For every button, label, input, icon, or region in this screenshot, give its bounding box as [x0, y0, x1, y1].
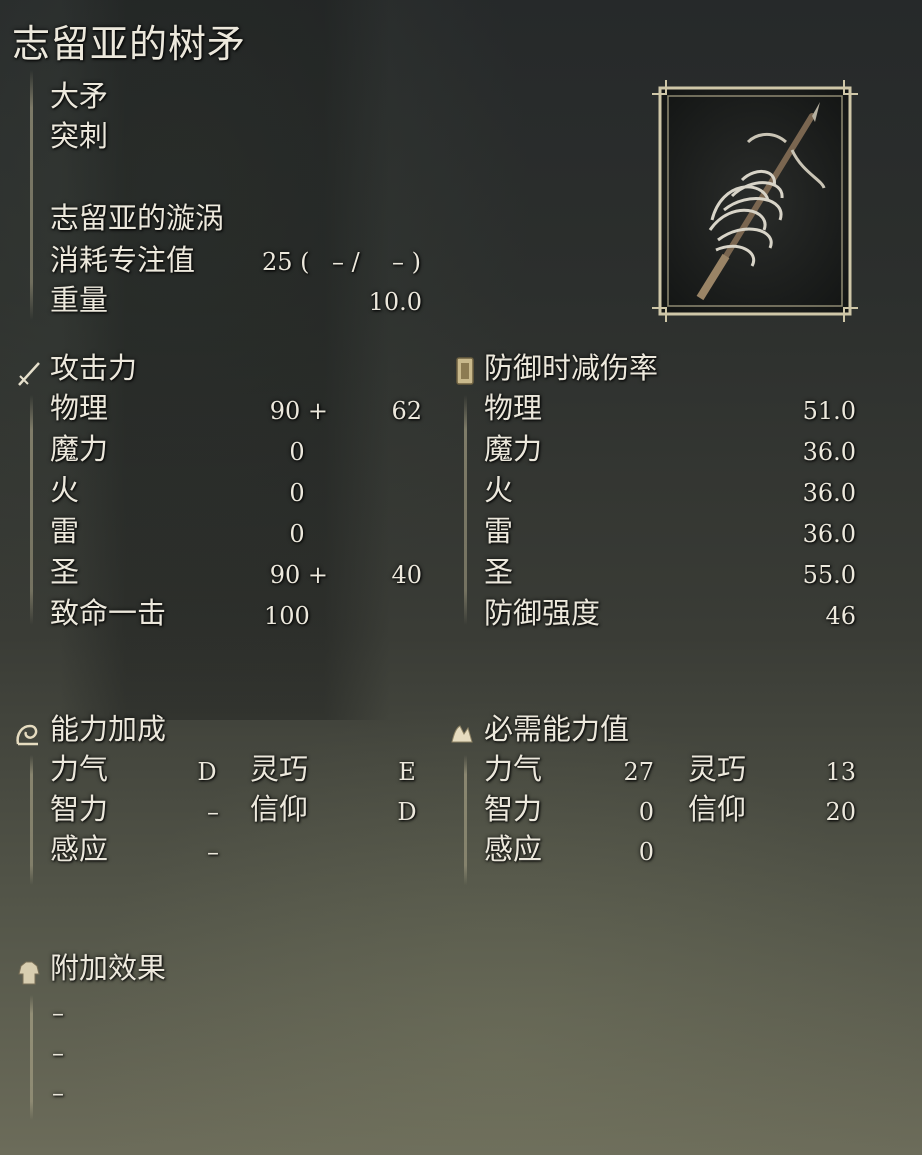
divider-effects — [30, 995, 33, 1120]
req-value-dex: 13 — [825, 758, 856, 786]
arm-icon — [16, 724, 38, 746]
weapon-type: 大矛 — [50, 79, 109, 113]
shield-icon — [456, 357, 474, 385]
divider-requirements — [464, 755, 467, 885]
attack-label-lightning: 雷 — [50, 514, 80, 548]
scaling-label-arc: 感应 — [50, 832, 109, 866]
guard-label-holy: 圣 — [484, 555, 514, 589]
fp-cost-end: – ) — [392, 248, 421, 276]
attack-bonus-physical: 62 — [391, 397, 422, 425]
fp-cost-value: 25 ( — [262, 248, 310, 276]
scaling-header: 能力加成 — [50, 712, 167, 746]
effects-header: 附加效果 — [50, 951, 167, 985]
attack-base-lightning: 0 — [289, 520, 305, 548]
req-label-dex: 灵巧 — [688, 752, 747, 786]
guard-value-fire: 36.0 — [802, 479, 856, 507]
attack-type: 突刺 — [50, 119, 109, 153]
req-label-str: 力气 — [484, 752, 543, 786]
skill-name: 志留亚的漩涡 — [50, 201, 225, 235]
armor-icon — [18, 961, 40, 985]
guard-value-lightning: 36.0 — [802, 520, 856, 548]
req-value-fai: 20 — [825, 798, 856, 826]
guard-label-magic: 魔力 — [484, 432, 543, 466]
guard-header: 防御时减伤率 — [484, 351, 659, 385]
guard-label-physical: 物理 — [484, 391, 543, 425]
attack-label-holy: 圣 — [50, 555, 80, 589]
req-value-int: 0 — [638, 798, 654, 826]
weapon-image-frame — [652, 80, 858, 322]
req-label-int: 智力 — [484, 792, 543, 826]
scaling-grade-int: – — [207, 798, 219, 826]
req-label-fai: 信仰 — [688, 792, 747, 826]
guard-value-physical: 51.0 — [802, 397, 856, 425]
weight-value: 10.0 — [368, 288, 422, 316]
guard-label-boost: 防御强度 — [484, 596, 601, 630]
effect-item: – — [52, 999, 64, 1027]
attack-base-fire: 0 — [289, 479, 305, 507]
requirements-header: 必需能力值 — [484, 712, 630, 746]
attack-header: 攻击力 — [50, 351, 138, 385]
item-title: 志留亚的树矛 — [12, 22, 247, 66]
guard-label-lightning: 雷 — [484, 514, 514, 548]
scaling-label-fai: 信仰 — [250, 792, 309, 826]
attack-bonus-holy: 40 — [391, 561, 422, 589]
effect-item: – — [52, 1079, 64, 1107]
guard-label-fire: 火 — [484, 473, 514, 507]
attack-label-magic: 魔力 — [50, 432, 109, 466]
weight-label: 重量 — [50, 283, 109, 317]
fp-cost-slash: – / — [332, 248, 360, 276]
attack-base-holy: 90 + — [269, 561, 328, 589]
scaling-grade-dex: E — [398, 758, 416, 786]
guard-value-holy: 55.0 — [802, 561, 856, 589]
guard-value-magic: 36.0 — [802, 438, 856, 466]
divider-guard — [464, 395, 467, 625]
scaling-label-int: 智力 — [50, 792, 109, 826]
scaling-grade-arc: – — [207, 838, 219, 866]
scaling-grade-fai: D — [397, 798, 417, 826]
attack-base-critical: 100 — [264, 602, 310, 630]
scaling-grade-str: D — [197, 758, 217, 786]
divider-scaling — [30, 755, 33, 885]
effect-item: – — [52, 1039, 64, 1067]
scaling-label-dex: 灵巧 — [250, 752, 309, 786]
hand-icon — [451, 725, 473, 743]
divider-info — [30, 70, 33, 320]
scaling-label-str: 力气 — [50, 752, 109, 786]
req-label-arc: 感应 — [484, 832, 543, 866]
sword-icon — [18, 362, 40, 386]
attack-label-physical: 物理 — [50, 391, 109, 425]
attack-base-physical: 90 + — [269, 397, 328, 425]
req-value-arc: 0 — [638, 838, 654, 866]
attack-label-fire: 火 — [50, 473, 80, 507]
attack-base-magic: 0 — [289, 438, 305, 466]
req-value-str: 27 — [623, 758, 654, 786]
fp-cost-label: 消耗专注值 — [50, 243, 196, 277]
divider-attack — [30, 395, 33, 625]
attack-label-critical: 致命一击 — [50, 596, 167, 630]
guard-value-boost: 46 — [825, 602, 856, 630]
